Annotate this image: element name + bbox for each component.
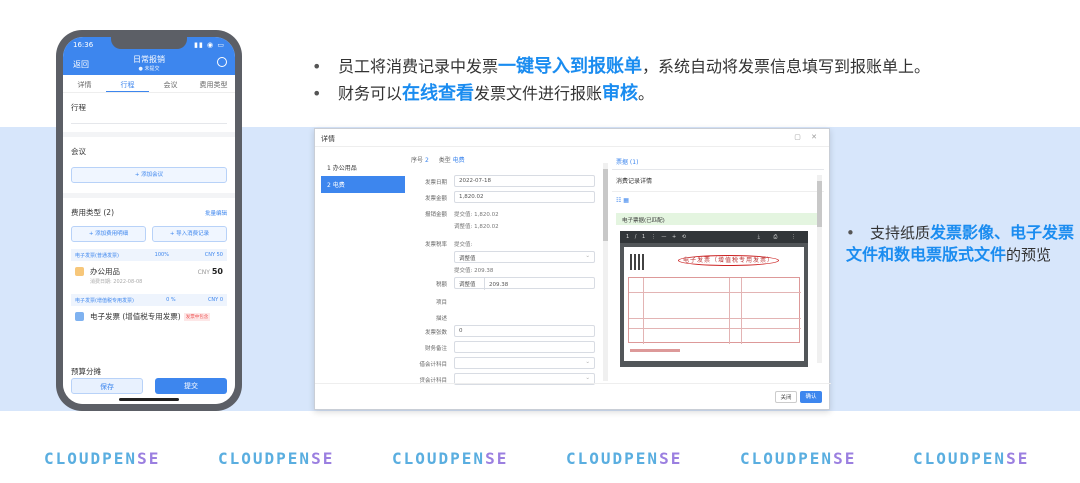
tax-rate-select[interactable]: 调整值 ⌄ [454, 251, 595, 263]
bullet-import: • 员工将消费记录中发票一键导入到报账单，系统自动将发票信息填写到报账单上。 [312, 56, 931, 77]
debit-account-select[interactable]: ⌄ [454, 357, 595, 369]
pdf-page-indicator: 1 / 1 [626, 234, 648, 240]
budget-label: 预算分摊 [71, 367, 101, 376]
fee-type-label: 费用类型 (2) [71, 208, 115, 217]
bullet-preview: • 支持纸质发票影像、电子发票文件和数电票版式文件的预览 [846, 223, 1075, 264]
add-meeting-button[interactable]: + 添加会议 [71, 167, 227, 183]
invoice-title: 电子发票（增值税专用发票） [678, 255, 780, 266]
form-scrollbar[interactable] [603, 163, 608, 381]
expense-nav: 1 办公用品 2 电费 [321, 159, 405, 193]
receipt-panel: 票据 (1) 消费记录详情 ☷ ▦ 电子票据(已匹配) 1 / 1 ⋮ — + … [612, 155, 824, 383]
tab-details[interactable]: 详情 [63, 75, 106, 92]
bullet-review: • 财务可以在线查看发票文件进行报账审核。 [312, 83, 655, 104]
tax-adjust-field[interactable]: 调整值 209.38 [454, 277, 595, 290]
brand-logo: CLOUDPENSE [740, 449, 857, 468]
brand-logo: CLOUDPENSE [44, 449, 161, 468]
download-icon[interactable]: ⤓ ⎙ ⋮ [758, 234, 802, 240]
phone-body: 行程 会议 + 添加会议 费用类型 (2) 批量编辑 + 添加费用明细 + 导入… [63, 93, 235, 327]
item-date: 消费日期: 2022-08-08 [90, 279, 143, 285]
pdf-viewer: 1 / 1 ⋮ — + ⟲ ⤓ ⎙ ⋮ 电子发票（增值税专用发票） [620, 231, 808, 367]
confirm-button[interactable]: 确认 [800, 391, 822, 403]
phone-notch [111, 37, 187, 49]
import-record-button[interactable]: + 导入消费记录 [152, 226, 227, 242]
nav-item-electricity[interactable]: 2 电费 [321, 176, 405, 193]
window-controls[interactable]: ▢ ✕ [794, 133, 821, 141]
close-button[interactable]: 关闭 [775, 391, 797, 403]
chevron-down-icon: ⌄ [585, 359, 590, 365]
amount-field[interactable]: 1,820.02 [454, 191, 595, 203]
qr-code [630, 254, 646, 270]
office-icon [75, 267, 84, 276]
modal-footer: 关闭 确认 [315, 383, 831, 409]
invoice-table [628, 277, 801, 344]
home-indicator [119, 398, 179, 401]
modal-title: 详情 ▢ ✕ [315, 129, 829, 147]
grid-view-icon[interactable]: ☷ ▦ [612, 192, 824, 209]
phone-screen: 16:36 ▮▮ ◉ ▭ 返回 日常报销 ● 未提交 详情 行程 会议 费用类型… [63, 37, 235, 404]
page: • 员工将消费记录中发票一键导入到报账单，系统自动将发票信息填写到报账单上。 • 财… [0, 0, 1080, 483]
brand-logo: CLOUDPENSE [566, 449, 683, 468]
gear-icon[interactable] [217, 57, 227, 67]
trip-section-label: 行程 [71, 103, 86, 112]
card-header: 电子发票(增值税专用发票) 0 % CNY 0 [71, 294, 227, 306]
status-bar: 16:36 ▮▮ ◉ ▭ [63, 37, 235, 51]
detail-modal: 详情 ▢ ✕ 1 办公用品 2 电费 序号 2 类型 电费 发票日期 2022-… [314, 128, 831, 410]
status-badge: ● 未提交 [138, 66, 160, 72]
phone-footer: 预算分摊 保存 提交 [63, 366, 235, 404]
meeting-section-label: 会议 [71, 147, 86, 156]
phone-frame: 16:36 ▮▮ ◉ ▭ 返回 日常报销 ● 未提交 详情 行程 会议 费用类型… [56, 30, 242, 411]
card-header: 电子发票(普通发票) 100% CNY 50 [71, 249, 227, 261]
pdf-toolbar: 1 / 1 ⋮ — + ⟲ ⤓ ⎙ ⋮ [620, 231, 808, 243]
save-button[interactable]: 保存 [71, 378, 143, 394]
date-field[interactable]: 2022-07-18 [454, 175, 595, 187]
panel-subtitle: 消费记录详情 [612, 170, 824, 192]
signal-icon: ▮▮ ◉ ▭ [194, 41, 225, 49]
brand-logo: CLOUDPENSE [218, 449, 335, 468]
form-header: 序号 2 类型 电费 [411, 157, 465, 164]
detail-form: 序号 2 类型 电费 发票日期 2022-07-18 发票金额 1,820.02… [407, 155, 603, 385]
invoice-preview: 电子发票（增值税专用发票） [624, 247, 804, 361]
brand-logo: CLOUDPENSE [913, 449, 1030, 468]
divider [71, 123, 227, 124]
chevron-down-icon: ⌄ [585, 375, 590, 381]
tab-fee-type[interactable]: 费用类型 [192, 75, 235, 92]
phone-tabs: 详情 行程 会议 费用类型 [63, 75, 235, 93]
matched-banner: 电子票据(已匹配) [616, 213, 820, 225]
tab-trip[interactable]: 行程 [106, 75, 149, 92]
panel-scrollbar[interactable] [817, 175, 822, 363]
add-fee-detail-button[interactable]: + 添加费用明细 [71, 226, 146, 242]
invoice-count-field[interactable]: 0 [454, 325, 595, 337]
chevron-down-icon: ⌄ [585, 253, 590, 259]
batch-edit-link[interactable]: 批量编辑 [205, 209, 227, 217]
submit-button[interactable]: 提交 [155, 378, 227, 394]
tab-receipts[interactable]: 票据 (1) [612, 155, 824, 170]
invoice-icon [75, 312, 84, 321]
phone-header: 返回 日常报销 ● 未提交 [63, 51, 235, 75]
nav-item-office[interactable]: 1 办公用品 [321, 159, 405, 176]
brand-logo: CLOUDPENSE [392, 449, 509, 468]
tab-meeting[interactable]: 会议 [149, 75, 192, 92]
warning-tag: 发票中包含 [183, 312, 211, 321]
list-item[interactable]: 电子发票 (增值税专用发票) 发票中包含 [71, 306, 227, 327]
finance-note-field[interactable] [454, 341, 595, 353]
